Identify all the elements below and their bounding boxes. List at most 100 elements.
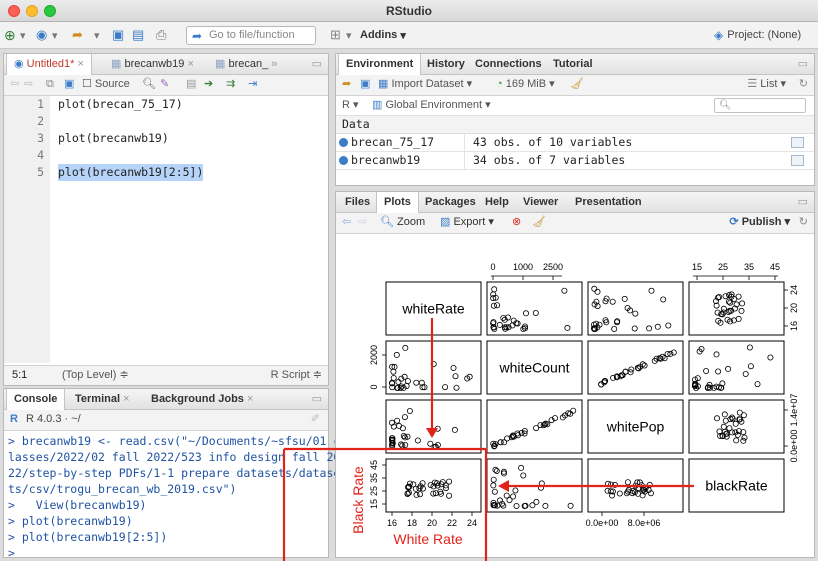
scope-selector[interactable]: (Top Level) ≑ [62, 366, 129, 385]
new-project-icon[interactable]: ◉ [36, 27, 47, 43]
source-on-save-checkbox[interactable]: ☐ Source [82, 75, 130, 94]
new-file-icon[interactable]: ⊕ [4, 27, 16, 43]
tab-presentation[interactable]: Presentation [568, 192, 649, 213]
tab-brecan[interactable]: ▦ brecan_ » [208, 54, 284, 75]
project-label: Project: (None) [727, 29, 802, 41]
code-tools-icon[interactable]: ✎ [160, 75, 169, 94]
tab-tutorial[interactable]: Tutorial [546, 54, 600, 75]
grid-icon[interactable]: ⊞ [330, 27, 341, 43]
addins-menu[interactable]: Addins ▾ [360, 27, 406, 43]
env-row-brecanwb19[interactable]: brecanwb19 34 obs. of 7 variables [336, 152, 814, 170]
close-tab-icon[interactable]: × [123, 393, 129, 405]
next-plot-icon[interactable]: ⇨ [358, 213, 367, 232]
remove-plot-icon[interactable]: ⊗ [512, 213, 521, 232]
object-name: brecanwb19 [351, 153, 421, 167]
tab-packages[interactable]: Packages [418, 192, 483, 213]
clear-plots-icon[interactable]: 🧹︎ [532, 213, 546, 232]
maximize-pane-icon[interactable]: ▭ [798, 55, 808, 74]
tick-label: 20 [427, 518, 437, 528]
data-point [394, 417, 401, 424]
more-tabs-icon[interactable]: » [271, 58, 277, 70]
save-workspace-icon[interactable]: ▣ [360, 75, 370, 94]
dropdown-arrow-icon[interactable]: ▾ [20, 27, 26, 43]
save-icon[interactable]: ▣ [112, 27, 124, 43]
load-workspace-icon[interactable]: ➦ [342, 75, 351, 94]
data-point [564, 324, 571, 331]
tab-console[interactable]: Console [6, 389, 66, 411]
dropdown-arrow-icon[interactable]: ▾ [94, 27, 100, 43]
zoom-button[interactable]: 🔍︎ Zoom [380, 213, 425, 232]
source-icon[interactable]: ⇥ [248, 75, 257, 94]
export-button[interactable]: ▨ Export ▾ [440, 213, 494, 232]
line-number: 4 [37, 148, 44, 162]
console-output[interactable]: > brecanwb19 <- read.csv("~/Documents/~s… [4, 431, 340, 560]
data-point [660, 296, 667, 303]
clear-broom-icon[interactable]: 🧹︎ [570, 75, 584, 94]
file-type-selector[interactable]: R Script ≑ [271, 366, 322, 385]
tab-viewer[interactable]: Viewer [516, 192, 565, 213]
tick-label: 0.0e+00 [789, 430, 799, 463]
previous-plot-icon[interactable]: ⇦ [342, 213, 351, 232]
tab-plots[interactable]: Plots [376, 192, 419, 214]
code-editor[interactable]: 1 plot(brecan_75_17) 2 3 plot(brecanwb19) … [4, 96, 328, 363]
maximize-pane-icon[interactable]: ▭ [312, 390, 322, 409]
memory-usage[interactable]: ◔ 169 MiB ▾ [496, 75, 555, 94]
tab-label: Background Jobs [151, 393, 244, 405]
data-point [732, 420, 739, 427]
expand-icon[interactable] [339, 138, 348, 147]
open-file-icon[interactable]: ➦ [72, 27, 83, 43]
expand-icon[interactable] [339, 156, 348, 165]
forward-icon[interactable]: ⇨ [24, 75, 33, 94]
environment-toolbar: ➦ ▣ ▦ Import Dataset ▾ ◔ 169 MiB ▾ 🧹︎ ☰ … [336, 75, 814, 96]
close-tab-icon[interactable]: × [187, 58, 193, 70]
project-menu[interactable]: ◈ Project: (None) [714, 27, 801, 43]
environment-icon: ▥ [372, 99, 383, 111]
tab-terminal[interactable]: Terminal × [68, 389, 137, 410]
dropdown-arrow-icon[interactable]: ▾ [52, 27, 58, 43]
global-env-selector[interactable]: ▥ Global Environment ▾ [372, 96, 491, 115]
search-icon[interactable]: 🔍︎ [142, 75, 156, 94]
data-point [567, 502, 574, 509]
print-icon[interactable]: ⎙ [156, 27, 166, 43]
import-dataset-button[interactable]: ▦ Import Dataset ▾ [378, 75, 472, 94]
view-mode-list[interactable]: ☰ List ▾ [747, 75, 786, 94]
tab-untitled1[interactable]: ◉ Untitled1* × [6, 54, 92, 76]
show-in-window-icon[interactable]: ⧉ [46, 75, 54, 94]
environment-search-input[interactable]: 🔍︎ [714, 98, 806, 113]
refresh-icon[interactable]: ↻ [799, 75, 808, 94]
data-point [570, 407, 577, 414]
goto-file-input[interactable]: ➦ Go to file/function [186, 26, 316, 45]
maximize-pane-icon[interactable]: ▭ [312, 55, 322, 74]
refresh-icon[interactable]: ↻ [799, 213, 808, 232]
tab-connections[interactable]: Connections [468, 54, 549, 75]
console-line: ts/csv/trogu_brecan_wb_2019.csv") [8, 482, 237, 496]
tab-help[interactable]: Help [478, 192, 516, 213]
console-prompt: > [8, 546, 22, 560]
rerun-icon[interactable]: ⇉ [226, 75, 235, 94]
env-row-brecan-75-17[interactable]: brecan_75_17 43 obs. of 10 variables [336, 134, 814, 152]
close-tab-icon[interactable]: × [77, 58, 83, 70]
editor-toolbar: ⇦ ⇨ ⧉ ▣ ☐ Source 🔍︎ ✎ ▤ ➔ ⇉ ⇥ [4, 75, 328, 96]
close-tab-icon[interactable]: × [247, 393, 253, 405]
tab-brecanwb19[interactable]: ▦ brecanwb19 × [104, 54, 201, 75]
data-point [401, 414, 408, 421]
publish-button[interactable]: ⟳ Publish ▾ [729, 213, 790, 232]
language-selector[interactable]: R ▾ [342, 96, 359, 115]
compile-icon[interactable]: ▤ [186, 75, 196, 94]
tab-background-jobs[interactable]: Background Jobs × [144, 389, 260, 410]
view-table-icon[interactable] [791, 155, 804, 166]
tab-environment[interactable]: Environment [338, 54, 422, 76]
tab-history[interactable]: History [420, 54, 472, 75]
maximize-pane-icon[interactable]: ▭ [798, 193, 808, 212]
view-table-icon[interactable] [791, 137, 804, 148]
memory-pie-icon: ◔ [496, 78, 503, 90]
save-all-icon[interactable]: ▤ [132, 27, 144, 43]
run-icon[interactable]: ➔ [204, 75, 213, 94]
scope-bar: R ▾ ▥ Global Environment ▾ 🔍︎ [336, 96, 814, 116]
back-icon[interactable]: ⇦ [10, 75, 19, 94]
clear-console-icon[interactable]: ✐ [311, 410, 320, 429]
data-point [542, 502, 549, 509]
tab-files[interactable]: Files [338, 192, 377, 213]
save-icon[interactable]: ▣ [64, 75, 74, 94]
tick-label: 0 [369, 384, 379, 389]
